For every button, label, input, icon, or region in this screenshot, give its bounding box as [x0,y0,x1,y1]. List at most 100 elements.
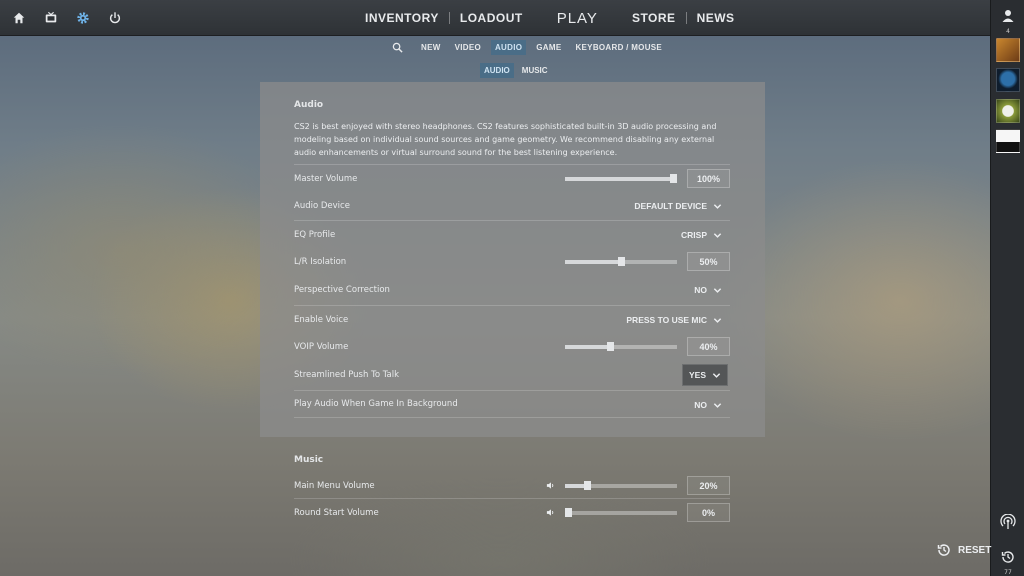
streamlined-ptt-dropdown[interactable]: YES [681,364,728,386]
audio-device-dropdown[interactable]: DEFAULT DEVICE [634,198,722,214]
main-menu-volume-value[interactable]: 20% [687,476,730,495]
eq-profile-dropdown[interactable]: CRISP [681,227,722,243]
slider-knob[interactable] [670,174,677,183]
dropdown-value: YES [688,370,706,380]
setting-audio-device: Audio Device DEFAULT DEVICE [294,192,730,220]
voip-volume-slider[interactable] [565,342,677,351]
history-button[interactable]: 77 [991,549,1024,576]
lr-isolation-value[interactable]: 50% [687,252,730,271]
perspective-correction-dropdown[interactable]: NO [694,282,722,298]
master-volume-slider[interactable] [565,174,677,183]
friends-sidebar: 4 77 [990,0,1024,576]
main-menu-volume-slider[interactable] [565,481,677,490]
chevron-down-icon [713,203,722,209]
subtab-audio[interactable]: AUDIO [480,63,514,78]
setting-eq-profile: EQ Profile CRISP [294,220,730,248]
audio-subnav: AUDIO MUSIC [480,63,552,78]
setting-round-start-volume: Round Start Volume 0% [294,498,730,526]
chevron-down-icon [712,372,721,378]
tab-audio[interactable]: AUDIO [490,39,527,55]
dropdown-value: CRISP [681,230,707,240]
enable-voice-dropdown[interactable]: PRESS TO USE MIC [626,312,722,328]
speaker-icon [546,509,554,516]
chevron-down-icon [713,287,722,293]
tv-icon[interactable] [42,9,60,27]
round-start-volume-value[interactable]: 0% [687,503,730,522]
section-title-music: Music [294,455,324,465]
chevron-down-icon [713,317,722,323]
play-in-background-dropdown[interactable]: NO [694,397,722,413]
antenna-icon [1000,513,1016,529]
audio-description: CS2 is best enjoyed with stereo headphon… [294,122,717,157]
reset-label: RESET [958,544,992,556]
master-volume-value[interactable]: 100% [687,169,730,188]
settings-gear-icon[interactable] [74,9,92,27]
setting-label: L/R Isolation [294,257,347,267]
setting-label: EQ Profile [294,229,336,240]
setting-label: Audio Device [294,201,350,211]
setting-streamlined-ptt: Streamlined Push To Talk YES [294,361,730,389]
reset-button[interactable]: RESET [936,542,991,558]
home-icon[interactable] [10,9,28,27]
setting-label: Play Audio When Game In Background [294,399,458,409]
setting-enable-voice: Enable Voice PRESS TO USE MIC [294,305,730,333]
friend-avatar[interactable] [996,129,1020,153]
top-bar: INVENTORY LOADOUT PLAY STORE NEWS [0,0,990,36]
history-icon [1001,551,1014,563]
slider-knob[interactable] [606,342,614,351]
tab-video[interactable]: VIDEO [451,40,485,55]
main-nav: INVENTORY LOADOUT PLAY STORE NEWS [355,0,745,36]
section-title-audio: Audio [294,100,324,110]
dropdown-value: DEFAULT DEVICE [634,201,707,211]
power-icon[interactable] [106,9,124,27]
setting-voip-volume: VOIP Volume 40% [294,333,730,361]
friends-count: 4 [1006,28,1010,35]
broadcast-button[interactable] [991,513,1024,534]
nav-store[interactable]: STORE [622,11,686,25]
slider-fill [565,177,673,181]
setting-label: Master Volume [294,173,358,184]
chevron-down-icon [713,232,722,238]
setting-label: Round Start Volume [294,507,379,518]
slider-knob[interactable] [584,481,592,490]
settings-subnav: NEW VIDEO AUDIO GAME KEYBOARD / MOUSE [392,39,666,55]
round-start-volume-slider[interactable] [565,508,677,517]
slider-fill [565,260,621,264]
setting-label: Main Menu Volume [294,481,375,491]
person-icon [1002,10,1014,22]
audio-settings-panel: Audio CS2 is best enjoyed with stereo he… [260,82,765,437]
friend-avatar[interactable] [996,38,1020,62]
nav-inventory[interactable]: INVENTORY [355,11,449,25]
dropdown-value: NO [694,285,707,295]
dropdown-value: NO [694,400,707,410]
history-icon [937,544,950,556]
tab-game[interactable]: GAME [532,40,565,55]
lr-isolation-slider[interactable] [565,257,677,266]
search-icon[interactable] [392,38,403,57]
slider-knob[interactable] [565,508,572,517]
setting-perspective-correction: Perspective Correction NO [294,276,730,304]
setting-label: Streamlined Push To Talk [294,370,400,380]
nav-loadout[interactable]: LOADOUT [450,11,533,25]
slider-knob[interactable] [618,257,625,266]
friends-button[interactable]: 4 [991,8,1024,35]
setting-label: Enable Voice [294,314,349,325]
tab-keyboard-mouse[interactable]: KEYBOARD / MOUSE [571,40,666,55]
setting-play-in-background: Play Audio When Game In Background NO [294,390,730,418]
voip-volume-value[interactable]: 40% [687,337,730,356]
top-icons [10,9,124,27]
setting-master-volume: Master Volume 100% [294,164,730,192]
dropdown-value: PRESS TO USE MIC [626,315,707,325]
subtab-music[interactable]: MUSIC [518,63,552,78]
setting-label: VOIP Volume [294,342,349,352]
chevron-down-icon [713,402,722,408]
setting-label: Perspective Correction [294,285,390,295]
friend-avatar[interactable] [996,99,1020,123]
nav-play[interactable]: PLAY [533,10,622,27]
friend-avatar[interactable] [996,68,1020,92]
slider-fill [565,345,610,349]
nav-news[interactable]: NEWS [687,11,745,25]
setting-lr-isolation: L/R Isolation 50% [294,248,730,276]
tab-new[interactable]: NEW [417,40,445,55]
setting-main-menu-volume: Main Menu Volume 20% [294,472,730,500]
